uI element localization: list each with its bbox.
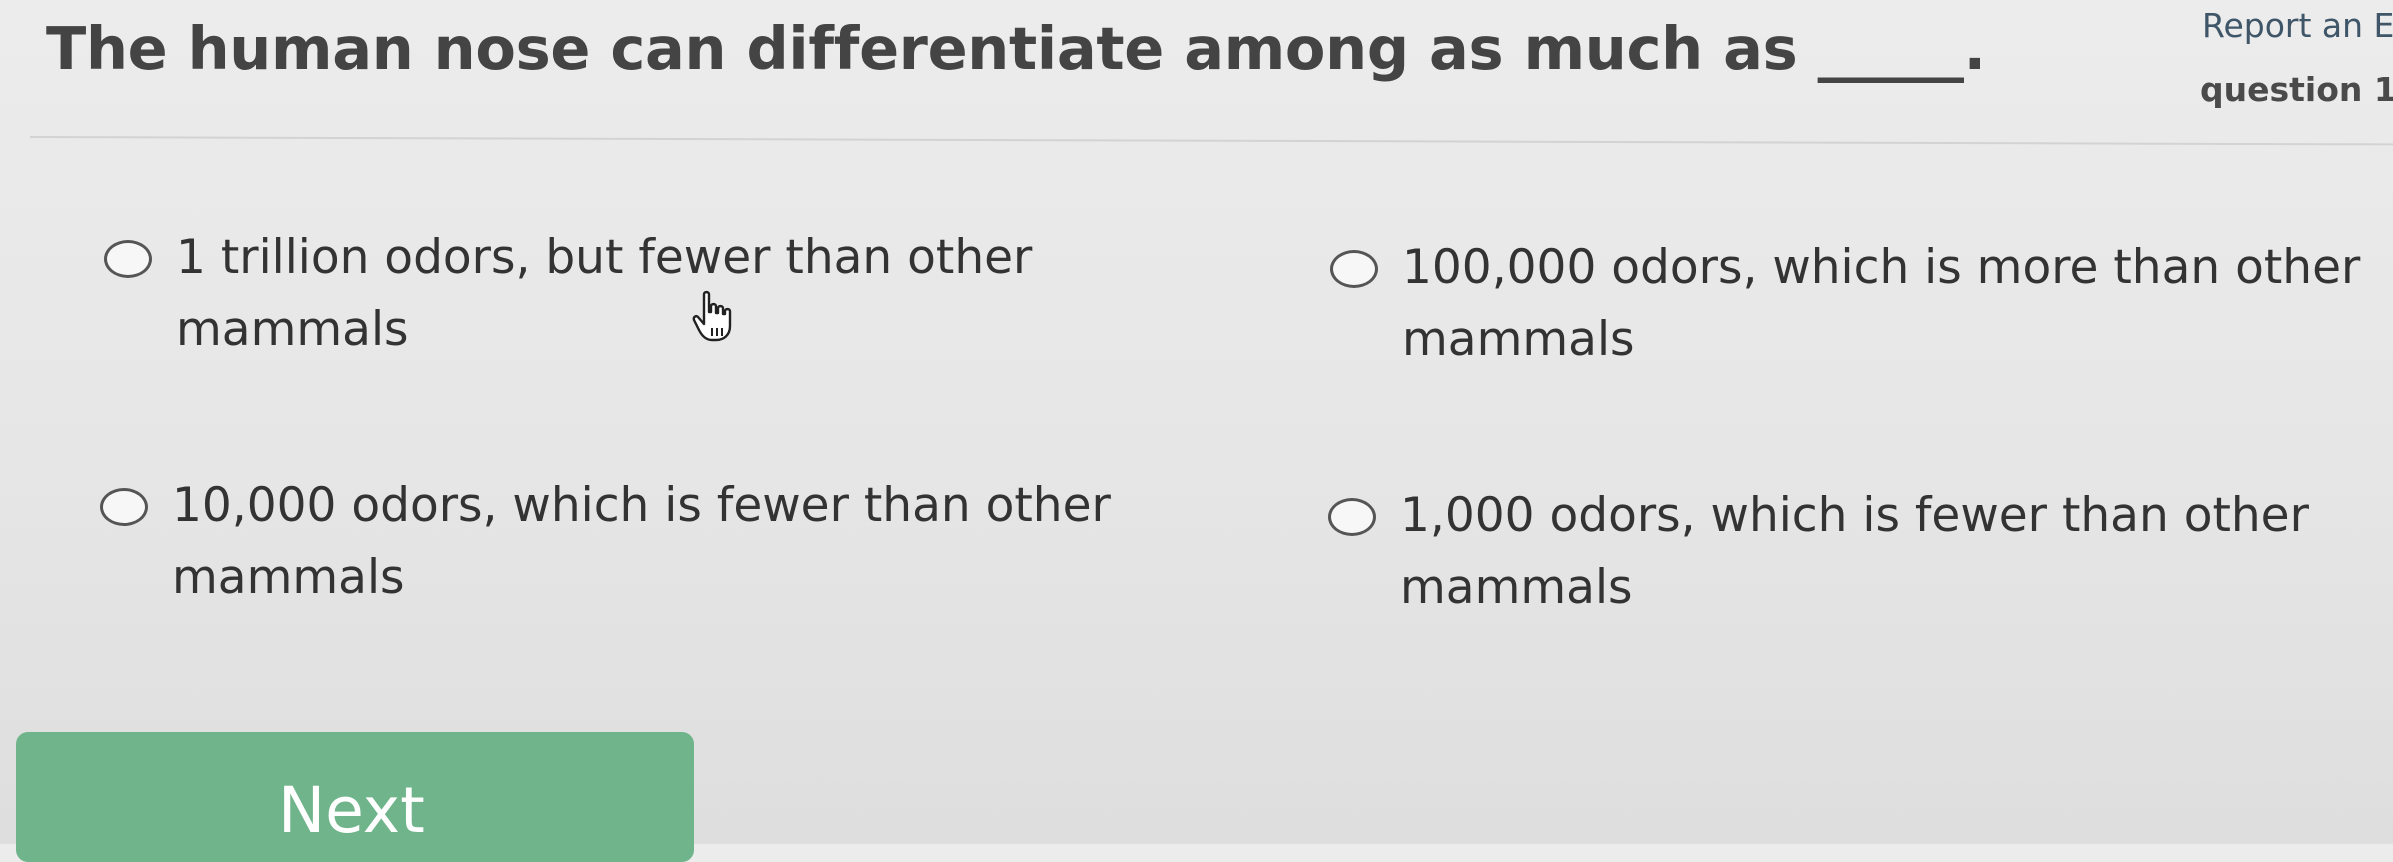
answer-option-4[interactable]: 1,000 odors, which is fewer than other m… [1328, 480, 2380, 624]
radio-button[interactable] [1330, 250, 1378, 288]
question-text: The human nose can differentiate among a… [46, 14, 1986, 83]
hand-pointer-icon [692, 290, 732, 342]
next-button[interactable]: Next [16, 732, 694, 862]
answer-option-label: 10,000 odors, which is fewer than other … [172, 478, 1111, 605]
report-error-link[interactable]: Report an Er [2202, 6, 2393, 45]
answer-option-label: 1,000 odors, which is fewer than other m… [1400, 488, 2309, 615]
answer-option-label: 1 trillion odors, but fewer than other m… [176, 230, 1033, 357]
radio-button[interactable] [104, 240, 152, 278]
radio-button[interactable] [100, 488, 148, 526]
question-number: question 1 [2200, 70, 2393, 109]
answer-option-1[interactable]: 1 trillion odors, but fewer than other m… [104, 222, 1136, 366]
radio-button[interactable] [1328, 498, 1376, 536]
answer-option-3[interactable]: 10,000 odors, which is fewer than other … [100, 470, 1132, 614]
answer-option-label: 100,000 odors, which is more than other … [1402, 240, 2361, 367]
next-button-label: Next [278, 774, 425, 847]
answer-option-2[interactable]: 100,000 odors, which is more than other … [1330, 232, 2382, 376]
divider [29, 136, 2393, 146]
